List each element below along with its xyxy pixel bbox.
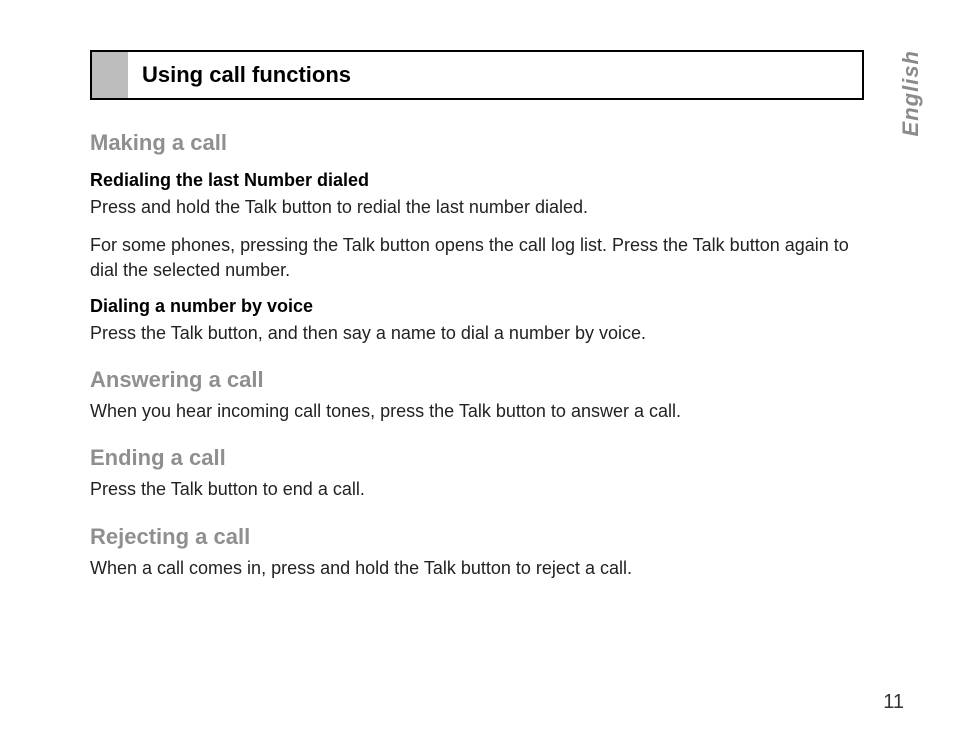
page-number: 11: [883, 691, 904, 714]
section-title-accent: [92, 52, 128, 98]
subheading-voice-dial: Dialing a number by voice: [90, 296, 864, 317]
section-title: Using call functions: [128, 52, 862, 98]
manual-page: English Using call functions Making a ca…: [0, 0, 954, 742]
heading-making-a-call: Making a call: [90, 130, 864, 156]
language-tab: English: [898, 50, 924, 136]
heading-ending: Ending a call: [90, 445, 864, 471]
subheading-redial: Redialing the last Number dialed: [90, 170, 864, 191]
section-title-bar: Using call functions: [90, 50, 864, 100]
paragraph: Press the Talk button, and then say a na…: [90, 321, 864, 345]
paragraph: For some phones, pressing the Talk butto…: [90, 233, 864, 282]
paragraph: Press and hold the Talk button to redial…: [90, 195, 864, 219]
paragraph: Press the Talk button to end a call.: [90, 477, 864, 501]
paragraph: When a call comes in, press and hold the…: [90, 556, 864, 580]
heading-answering: Answering a call: [90, 367, 864, 393]
heading-rejecting: Rejecting a call: [90, 524, 864, 550]
paragraph: When you hear incoming call tones, press…: [90, 399, 864, 423]
